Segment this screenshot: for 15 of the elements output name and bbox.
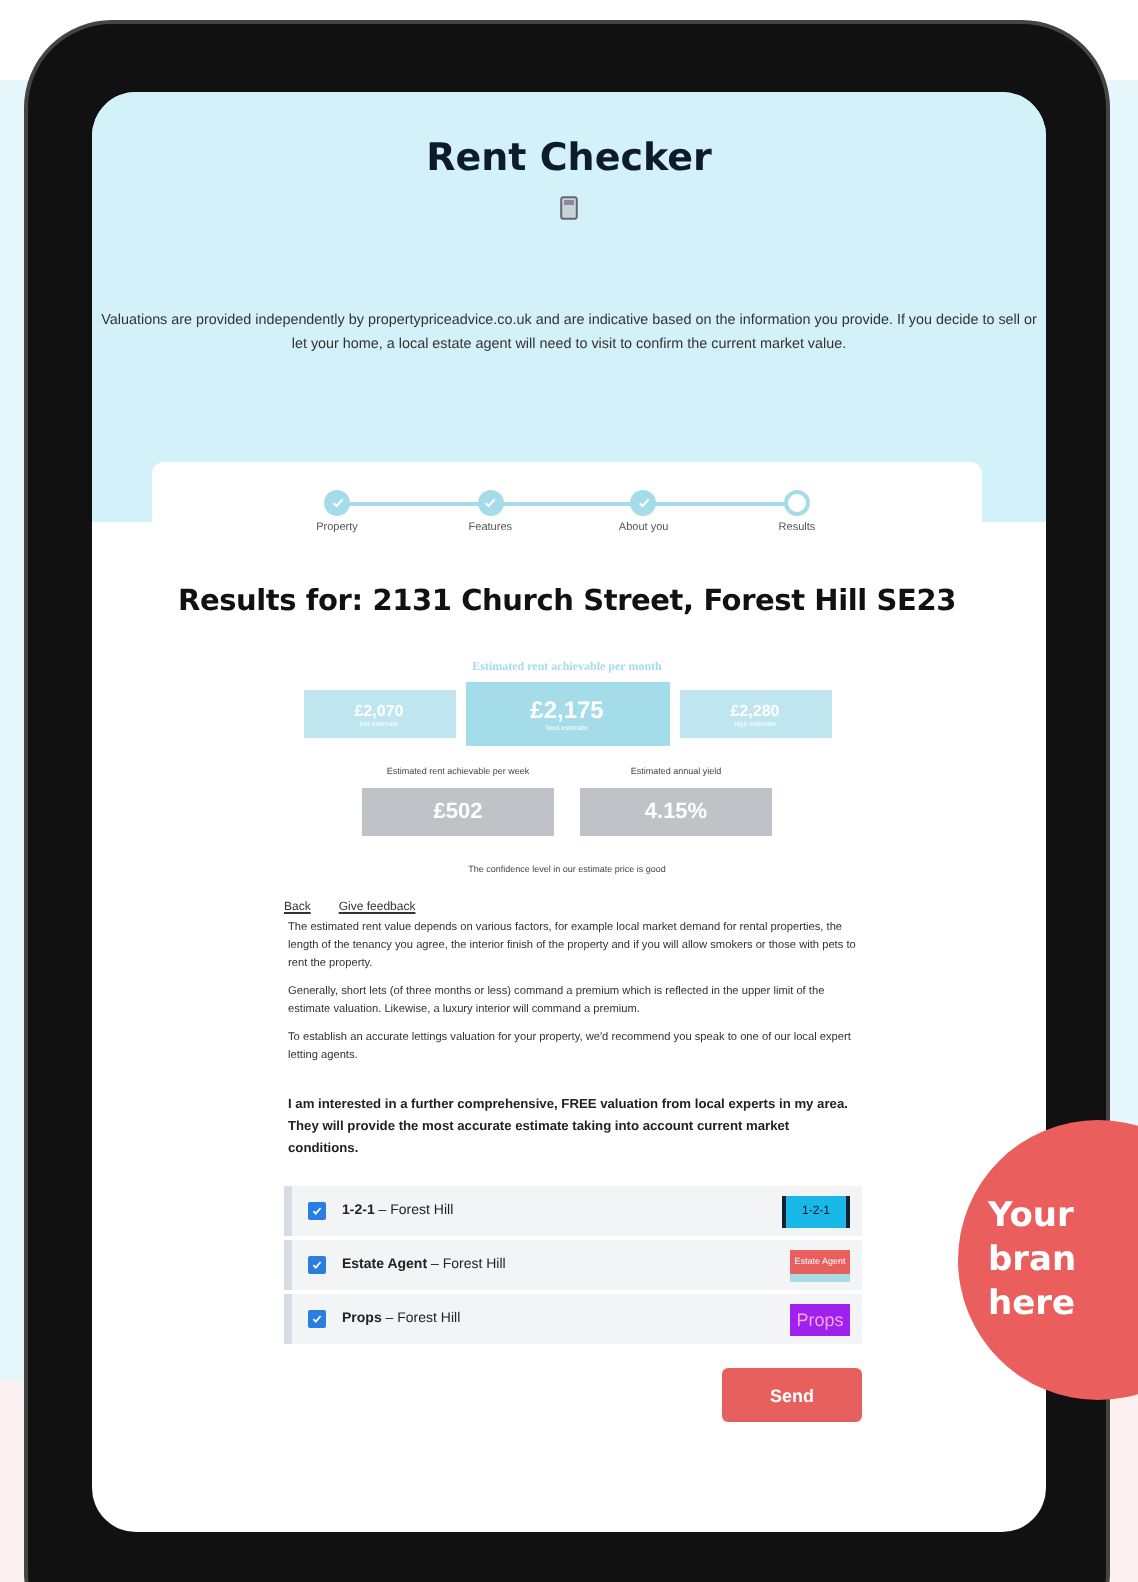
metric-value: £502: [362, 788, 554, 836]
badge-text: Your: [988, 1194, 1076, 1238]
estimate-value: £2,175: [530, 696, 604, 724]
badge-text: here: [988, 1282, 1078, 1326]
page-title: Rent Checker: [426, 136, 712, 180]
agent-logo: Props: [790, 1303, 850, 1335]
estimate-value: £2,070: [354, 701, 404, 719]
checkbox[interactable]: [308, 1202, 326, 1220]
calculator-icon: [560, 196, 578, 220]
estimate-value: £2,280: [730, 701, 780, 719]
results-heading: Results for: 2131 Church Street, Forest Hill SE23: [178, 586, 956, 618]
badge-text: bran: [988, 1238, 1079, 1282]
checkbox[interactable]: [308, 1310, 326, 1328]
metric-value: 4.15%: [580, 788, 772, 836]
checkbox[interactable]: [308, 1256, 326, 1274]
